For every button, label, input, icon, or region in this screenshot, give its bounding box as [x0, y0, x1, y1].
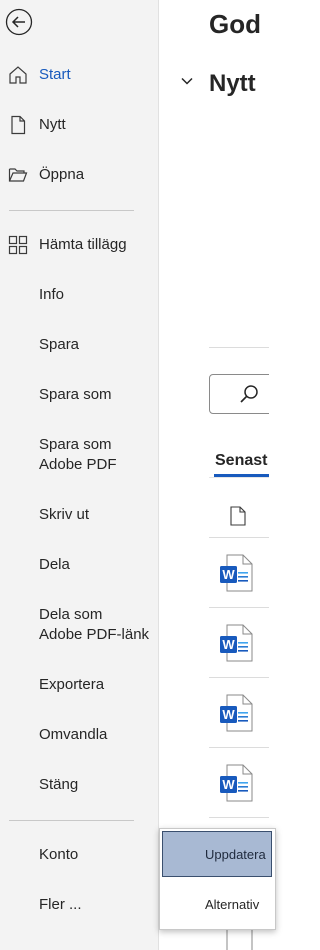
tabs-divider — [209, 477, 269, 478]
sidebar-item-more[interactable]: Fler ... — [0, 883, 158, 927]
svg-text:W: W — [222, 707, 235, 722]
update-notification-popup: Uppdatera Alternativ — [159, 828, 276, 930]
sidebar-item-label: Fler ... — [39, 896, 82, 913]
sidebar-item-export[interactable]: Exportera — [0, 663, 158, 707]
sidebar-item-label: Exportera — [39, 676, 105, 693]
sidebar-item-label-line1: Spara som — [39, 436, 112, 453]
backstage-sidebar: Start Nytt Öppna Hämta tillägg Info Spar… — [0, 0, 159, 950]
sidebar-item-label: Stäng — [39, 776, 79, 793]
back-arrow-icon[interactable] — [5, 8, 33, 36]
word-document-icon: W — [220, 694, 253, 732]
main-content: God Nytt Senast W W W W — [159, 0, 269, 950]
sidebar-item-label: Öppna — [39, 166, 85, 183]
sidebar-item-transform[interactable]: Omvandla — [0, 713, 158, 757]
sidebar-item-open[interactable]: Öppna — [0, 153, 158, 197]
sidebar-item-close[interactable]: Stäng — [0, 763, 158, 807]
file-row[interactable]: W — [209, 608, 269, 676]
update-button[interactable]: Uppdatera — [162, 831, 272, 877]
sidebar-item-share-as-adobe-pdf-link[interactable]: Dela som Adobe PDF-länk — [0, 603, 158, 647]
sidebar-item-label: Start — [39, 66, 71, 83]
svg-text:W: W — [222, 777, 235, 792]
row-divider — [209, 817, 269, 818]
sidebar-item-label: Omvandla — [39, 726, 108, 743]
sidebar-item-save[interactable]: Spara — [0, 323, 158, 367]
options-button[interactable]: Alternativ — [160, 881, 275, 927]
sidebar-item-label-line2: Adobe PDF-länk — [39, 626, 150, 643]
sidebar-item-label: Hämta tillägg — [39, 236, 127, 253]
sidebar-item-account[interactable]: Konto — [0, 833, 158, 877]
svg-text:W: W — [222, 637, 235, 652]
section-divider — [209, 347, 269, 348]
sidebar-item-label: Dela — [39, 556, 70, 573]
sidebar-item-label: Info — [39, 286, 65, 303]
sidebar-item-label: Nytt — [39, 116, 66, 133]
sidebar-item-label-line2: Adobe PDF — [39, 456, 117, 473]
svg-text:W: W — [222, 567, 235, 582]
sidebar-item-info[interactable]: Info — [0, 273, 158, 317]
search-icon — [240, 385, 258, 403]
word-document-icon: W — [220, 764, 253, 802]
sidebar-item-label: Dela som Adobe PDF-länk — [39, 605, 149, 645]
word-document-icon: W — [220, 624, 253, 662]
sidebar-item-label: Spara som Adobe PDF — [39, 435, 117, 475]
sidebar-divider — [9, 210, 134, 211]
sidebar-item-start[interactable]: Start — [0, 53, 158, 97]
document-icon — [230, 506, 246, 526]
file-row[interactable]: W — [209, 678, 269, 746]
add-ins-grid-icon — [8, 235, 28, 255]
search-input[interactable] — [209, 374, 269, 414]
open-folder-icon — [8, 168, 28, 182]
sidebar-divider — [9, 820, 134, 821]
new-document-icon — [11, 115, 26, 135]
sidebar-item-label: Konto — [39, 846, 79, 863]
sidebar-item-save-as[interactable]: Spara som — [0, 373, 158, 417]
file-row[interactable]: W — [209, 748, 269, 816]
chevron-down-icon[interactable] — [180, 74, 194, 88]
sidebar-item-label-line1: Dela som — [39, 606, 103, 623]
sidebar-item-label: Skriv ut — [39, 506, 90, 523]
word-document-icon: W — [220, 554, 253, 592]
sidebar-item-new[interactable]: Nytt — [0, 103, 158, 147]
sidebar-item-share[interactable]: Dela — [0, 543, 158, 587]
sidebar-item-label: Spara — [39, 336, 80, 353]
home-icon — [9, 66, 27, 84]
file-row[interactable]: W — [209, 538, 269, 606]
sidebar-item-save-as-adobe-pdf[interactable]: Spara som Adobe PDF — [0, 433, 158, 477]
greeting-heading: God — [209, 9, 261, 39]
tab-recent[interactable]: Senast — [215, 452, 267, 470]
new-section-title[interactable]: Nytt — [209, 70, 256, 98]
sidebar-item-label: Spara som — [39, 386, 112, 403]
sidebar-item-get-add-ins[interactable]: Hämta tillägg — [0, 223, 158, 267]
sidebar-item-print[interactable]: Skriv ut — [0, 493, 158, 537]
